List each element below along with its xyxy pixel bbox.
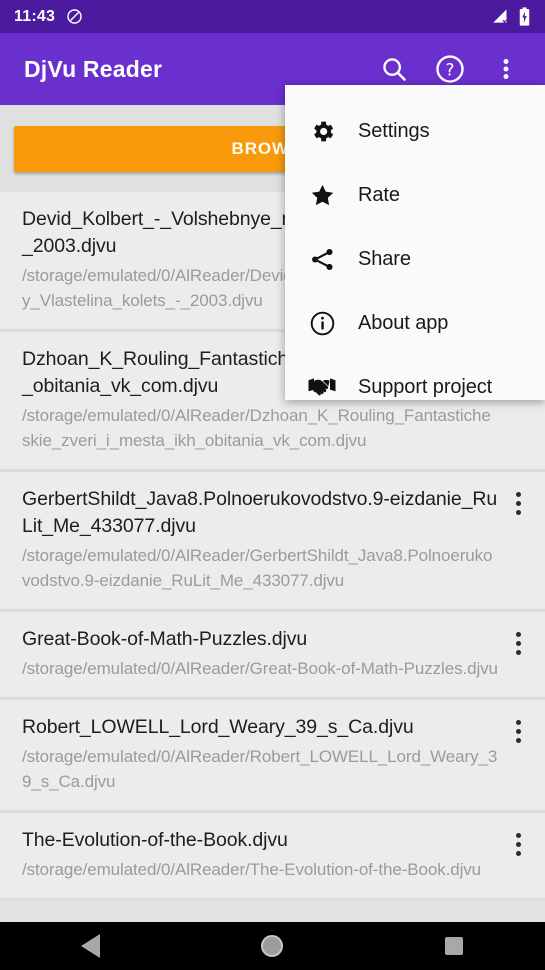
status-bar-left: 11:43 bbox=[14, 8, 83, 26]
info-icon bbox=[307, 308, 337, 338]
file-path: /storage/emulated/0/AlReader/GerbertShil… bbox=[22, 546, 493, 590]
row-overflow-icon[interactable] bbox=[501, 626, 535, 660]
file-path: /storage/emulated/0/AlReader/Robert_LOWE… bbox=[22, 747, 498, 791]
list-item[interactable]: GerbertShildt_Java8.Polnoerukovodstvo.9-… bbox=[0, 472, 545, 612]
handshake-icon bbox=[307, 372, 337, 402]
gear-icon bbox=[307, 116, 337, 146]
help-icon[interactable]: ? bbox=[429, 48, 471, 90]
overflow-menu-icon[interactable] bbox=[485, 48, 527, 90]
nav-recents-icon[interactable] bbox=[419, 922, 489, 970]
list-item[interactable]: The-Evolution-of-the-Book.djvu /storage/… bbox=[0, 813, 545, 901]
status-bar: 11:43 x bbox=[0, 0, 545, 33]
search-icon[interactable] bbox=[373, 48, 415, 90]
battery-charging-icon bbox=[518, 7, 531, 26]
file-name: Robert_LOWELL_Lord_Weary_39_s_Ca.djvu bbox=[22, 716, 414, 738]
list-item[interactable]: Robert_LOWELL_Lord_Weary_39_s_Ca.djvu /s… bbox=[0, 700, 545, 813]
row-overflow-icon[interactable] bbox=[501, 714, 535, 748]
menu-item-support-project[interactable]: Support project bbox=[285, 355, 545, 419]
menu-item-label: Settings bbox=[358, 119, 430, 142]
file-name: The-Evolution-of-the-Book.djvu bbox=[22, 829, 288, 851]
app-screen: 11:43 x DjVu Reader ? BROWSE Devid_Kolbe… bbox=[0, 0, 545, 970]
nav-home-icon[interactable] bbox=[237, 922, 307, 970]
svg-text:?: ? bbox=[446, 60, 455, 80]
signal-no-sim-icon: x bbox=[490, 8, 509, 25]
file-name: GerbertShildt_Java8.Polnoerukovodstvo.9-… bbox=[22, 488, 498, 537]
list-item[interactable]: Great-Book-of-Math-Puzzles.djvu /storage… bbox=[0, 612, 545, 700]
status-clock: 11:43 bbox=[14, 7, 56, 25]
menu-item-about-app[interactable]: About app bbox=[285, 291, 545, 355]
file-name: Great-Book-of-Math-Puzzles.djvu bbox=[22, 628, 308, 650]
menu-item-rate[interactable]: Rate bbox=[285, 163, 545, 227]
menu-item-label: About app bbox=[358, 311, 449, 334]
status-bar-right: x bbox=[490, 7, 531, 26]
share-icon bbox=[307, 244, 337, 274]
menu-item-share[interactable]: Share bbox=[285, 227, 545, 291]
menu-item-label: Support project bbox=[358, 375, 493, 398]
row-overflow-icon[interactable] bbox=[501, 827, 535, 861]
nav-back-icon[interactable] bbox=[56, 922, 126, 970]
app-bar-actions: ? bbox=[373, 48, 527, 90]
star-icon bbox=[307, 180, 337, 210]
system-navigation-bar bbox=[0, 922, 545, 970]
menu-item-settings[interactable]: Settings bbox=[285, 99, 545, 163]
file-path: /storage/emulated/0/AlReader/The-Evoluti… bbox=[22, 860, 482, 879]
page-title: DjVu Reader bbox=[24, 55, 163, 82]
overflow-menu-popup[interactable]: Settings Rate Share About app Support pr… bbox=[285, 85, 545, 400]
menu-item-label: Rate bbox=[358, 183, 400, 206]
menu-item-label: Share bbox=[358, 247, 411, 270]
row-overflow-icon[interactable] bbox=[501, 486, 535, 520]
file-path: /storage/emulated/0/AlReader/Great-Book-… bbox=[22, 659, 498, 678]
svg-text:x: x bbox=[502, 18, 507, 25]
do-not-disturb-icon bbox=[66, 8, 83, 25]
